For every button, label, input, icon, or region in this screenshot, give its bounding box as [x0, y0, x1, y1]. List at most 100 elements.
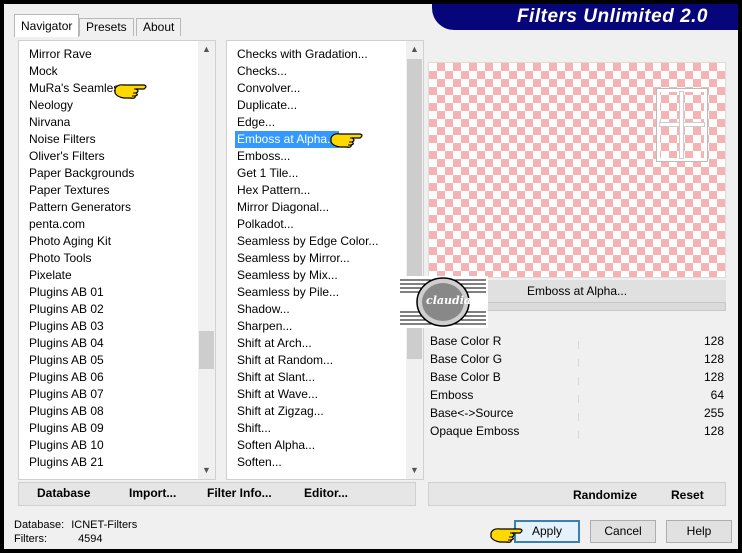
filter-list-item[interactable]: Polkadot... — [237, 216, 294, 233]
reset-button[interactable]: Reset — [671, 488, 704, 502]
category-list-item[interactable]: Plugins AB 08 — [29, 403, 104, 420]
parameter-slider-track[interactable] — [578, 395, 579, 403]
parameter-slider-row[interactable]: Emboss 64 — [428, 386, 726, 404]
tab-navigator[interactable]: Navigator — [14, 14, 80, 37]
filter-list-item[interactable]: Convolver... — [237, 80, 300, 97]
category-list-item[interactable]: Photo Aging Kit — [29, 233, 111, 250]
filter-list-panel: Checks with Gradation... Checks... Convolv… — [226, 40, 424, 480]
category-list-item[interactable]: Plugins AB 04 — [29, 335, 104, 352]
parameter-slider-row[interactable]: Base Color G 128 — [428, 350, 726, 368]
filter-list-item[interactable]: Shadow... — [237, 301, 290, 318]
category-list-item[interactable]: Plugins AB 09 — [29, 420, 104, 437]
filter-list-item[interactable]: Mirror Diagonal... — [237, 199, 329, 216]
filter-list-item[interactable]: Emboss... — [237, 148, 290, 165]
tab-about[interactable]: About — [136, 18, 182, 36]
filter-list-item[interactable]: Seamless by Mix... — [237, 267, 338, 284]
category-list-item[interactable]: Plugins AB 10 — [29, 437, 104, 454]
category-list-item[interactable]: Plugins AB 01 — [29, 284, 104, 301]
filter-list-item[interactable]: Emboss at Alpha... — [233, 130, 341, 149]
category-list-item[interactable]: Pattern Generators — [29, 199, 131, 216]
parameter-value: 128 — [703, 370, 724, 384]
randomize-button[interactable]: Randomize — [573, 488, 637, 502]
parameter-slider-row[interactable]: Base Color B 128 — [428, 368, 726, 386]
import-button[interactable]: Import... — [129, 486, 176, 500]
filters-unlimited-dialog: Filters Unlimited 2.0 Navigator Presets … — [4, 4, 738, 549]
filter-list-item[interactable]: Shift at Wave... — [237, 386, 318, 403]
parameter-label: Emboss — [430, 388, 474, 402]
pointing-hand-icon — [114, 80, 150, 100]
parameter-slider-track[interactable] — [578, 431, 579, 439]
filter-list-item[interactable]: Soften... — [237, 454, 282, 471]
category-scroll-thumb[interactable] — [199, 331, 214, 369]
filter-list-item[interactable]: Shift at Zigzag... — [237, 403, 324, 420]
filter-list-item[interactable]: Seamless by Mirror... — [237, 250, 350, 267]
parameter-slider-track[interactable] — [578, 377, 579, 385]
scroll-down-icon[interactable]: ▼ — [406, 462, 423, 479]
category-list-item[interactable]: Mirror Rave — [29, 46, 92, 63]
parameter-label: Base Color B — [430, 370, 501, 384]
category-list-item[interactable]: Plugins AB 03 — [29, 318, 104, 335]
stamp-text: claudia — [426, 294, 471, 307]
category-list-item[interactable]: MuRa's Seamless — [29, 80, 125, 97]
window-frame: Filters Unlimited 2.0 Navigator Presets … — [0, 0, 742, 553]
category-scrollbar[interactable]: ▲ ▼ — [198, 41, 215, 479]
database-label: Database: — [14, 519, 65, 531]
parameter-slider-row[interactable]: Base<->Source 255 — [428, 404, 726, 422]
category-list-item[interactable]: Noise Filters — [29, 131, 96, 148]
parameter-slider-track[interactable] — [578, 341, 579, 349]
category-list-item[interactable]: Plugins AB 21 — [29, 454, 104, 471]
category-list-item[interactable]: Plugins AB 05 — [29, 352, 104, 369]
category-list-item[interactable]: Photo Tools — [29, 250, 92, 267]
category-list-item[interactable]: penta.com — [29, 216, 85, 233]
filter-list-item[interactable]: Duplicate... — [237, 97, 297, 114]
parameter-slider-track[interactable] — [578, 359, 579, 367]
editor-button[interactable]: Editor... — [304, 486, 348, 500]
category-list-item[interactable]: Plugins AB 06 — [29, 369, 104, 386]
parameter-value: 128 — [703, 334, 724, 348]
category-list-item[interactable]: Plugins AB 07 — [29, 386, 104, 403]
parameter-value: 255 — [703, 406, 724, 420]
filter-list-item[interactable]: Soften Alpha... — [237, 437, 315, 454]
filter-list-item[interactable]: Seamless by Edge Color... — [237, 233, 378, 250]
category-list-item[interactable]: Pixelate — [29, 267, 72, 284]
filter-list-item[interactable]: Get 1 Tile... — [237, 165, 298, 182]
filter-list-item[interactable]: Edge... — [237, 114, 275, 131]
scroll-down-icon[interactable]: ▼ — [198, 462, 215, 479]
database-button[interactable]: Database — [37, 486, 90, 500]
category-list-item[interactable]: Mock — [29, 63, 58, 80]
category-list-item[interactable]: Paper Backgrounds — [29, 165, 134, 182]
pointing-hand-icon — [330, 129, 366, 149]
filter-list-item[interactable]: Sharpen... — [237, 318, 292, 335]
parameter-slider-track[interactable] — [578, 413, 579, 421]
category-list-item[interactable]: Oliver's Filters — [29, 148, 105, 165]
parameter-value: 128 — [703, 424, 724, 438]
filter-list-item[interactable]: Checks with Gradation... — [237, 46, 368, 63]
scroll-up-icon[interactable]: ▲ — [406, 41, 423, 58]
parameter-label: Base<->Source — [430, 406, 514, 420]
scroll-up-icon[interactable]: ▲ — [198, 41, 215, 58]
filter-list-item[interactable]: Shift... — [237, 420, 271, 437]
help-button[interactable]: Help — [666, 520, 732, 543]
parameter-label: Base Color G — [430, 352, 503, 366]
filter-list-item[interactable]: Shift at Random... — [237, 352, 333, 369]
category-list-panel: Mirror Rave Mock MuRa's Seamless Neology Nir… — [18, 40, 216, 480]
filter-list-item[interactable]: Seamless by Pile... — [237, 284, 339, 301]
filter-list-item[interactable]: Hex Pattern... — [237, 182, 310, 199]
category-list-item[interactable]: Nirvana — [29, 114, 70, 131]
parameter-slider-row[interactable]: Opaque Emboss 128 — [428, 422, 726, 440]
category-list-item[interactable]: Plugins AB 02 — [29, 301, 104, 318]
filter-list-item[interactable]: Checks... — [237, 63, 287, 80]
category-list-item[interactable]: Paper Textures — [29, 182, 110, 199]
parameter-label: Base Color R — [430, 334, 502, 348]
filter-info-button[interactable]: Filter Info... — [207, 486, 272, 500]
pointing-hand-icon — [490, 524, 526, 544]
filter-scrollbar[interactable]: ▲ ▼ — [406, 41, 423, 479]
tab-presets[interactable]: Presets — [79, 18, 134, 36]
cancel-button[interactable]: Cancel — [590, 520, 656, 543]
filter-list-item[interactable]: Shift at Slant... — [237, 369, 315, 386]
database-status: Database: ICNET-Filters — [14, 519, 137, 531]
filter-list-item[interactable]: Shift at Arch... — [237, 335, 312, 352]
filters-label: Filters: — [14, 533, 47, 545]
parameter-slider-row[interactable]: Base Color R 128 — [428, 332, 726, 350]
category-list-item[interactable]: Neology — [29, 97, 73, 114]
